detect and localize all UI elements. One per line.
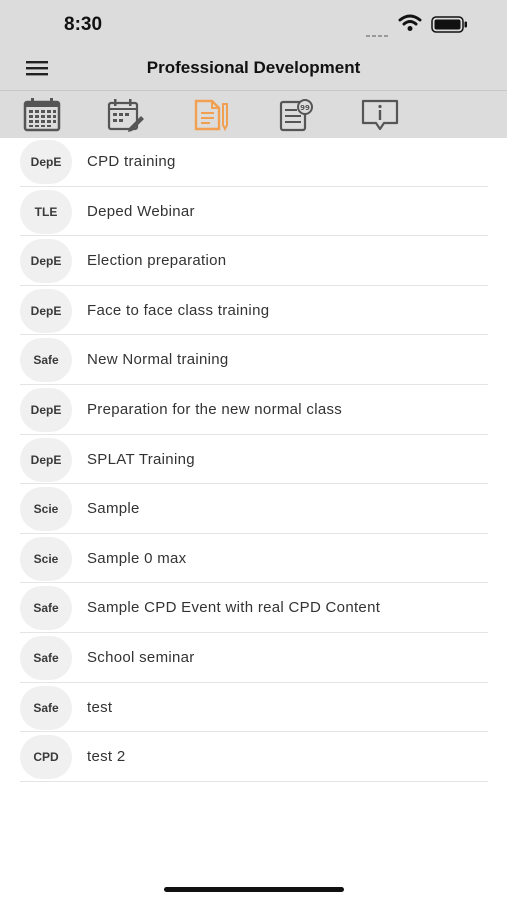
list-item[interactable]: Safe New Normal training — [0, 335, 507, 385]
list-item[interactable]: Safe School seminar — [0, 633, 507, 683]
list-item[interactable]: DepE Face to face class training — [0, 286, 507, 336]
list-item[interactable]: CPD test 2 — [0, 732, 507, 782]
list-item-label: Sample CPD Event with real CPD Content — [87, 599, 381, 617]
list-item-label: Deped Webinar — [87, 202, 195, 220]
list-item[interactable]: DepE Election preparation — [0, 236, 507, 286]
category-badge: DepE — [20, 239, 72, 284]
page-title: Professional Development — [146, 58, 361, 77]
list-item-label: School seminar — [87, 648, 195, 666]
calendar-icon — [23, 98, 61, 132]
battery-icon — [431, 16, 469, 38]
category-badge: Safe — [20, 635, 72, 680]
svg-text:99: 99 — [300, 104, 310, 112]
home-indicator — [164, 887, 344, 892]
tab-toolbar: 99 — [0, 90, 507, 138]
info-icon — [361, 99, 399, 131]
list-item-label: Preparation for the new normal class — [87, 400, 343, 418]
list-item-label: Sample — [87, 500, 140, 518]
tab-calendar[interactable] — [20, 95, 64, 135]
category-badge: DepE — [20, 437, 72, 482]
document-edit-icon — [194, 99, 228, 132]
certificate-icon: 99 — [279, 99, 313, 132]
list-item-label: New Normal training — [87, 351, 229, 369]
signal-icon — [366, 26, 390, 44]
category-badge: DepE — [20, 288, 72, 333]
list-item[interactable]: DepE SPLAT Training — [0, 435, 507, 485]
category-badge: DepE — [20, 387, 72, 432]
category-badge: Scie — [20, 487, 72, 532]
list-item[interactable]: Safe Sample CPD Event with real CPD Conte… — [0, 583, 507, 633]
list-item-label: Sample 0 max — [87, 549, 187, 567]
wifi-icon — [398, 14, 422, 37]
category-badge: Safe — [20, 685, 72, 730]
category-badge: DepE — [20, 140, 72, 184]
tab-calendar-edit[interactable] — [104, 95, 148, 135]
status-time: 8:30 — [64, 14, 103, 35]
list-item[interactable]: Safe test — [0, 683, 507, 733]
list-item-label: test — [87, 698, 113, 716]
list-item-label: test 2 — [87, 748, 126, 766]
tab-certificate[interactable]: 99 — [274, 95, 318, 135]
list-item[interactable]: TLE Deped Webinar — [0, 187, 507, 237]
status-bar: 8:30 — [0, 0, 507, 46]
tab-document-edit[interactable] — [189, 95, 233, 135]
category-badge: Safe — [20, 338, 72, 383]
list-item[interactable]: Scie Sample — [0, 484, 507, 534]
tab-info[interactable] — [358, 95, 402, 135]
event-list: DepE CPD training TLE Deped Webinar DepE Elec… — [0, 137, 507, 782]
category-badge: Scie — [20, 536, 72, 581]
category-badge: TLE — [20, 189, 72, 234]
navigation-bar: Professional Development — [0, 46, 507, 90]
calendar-edit-icon — [107, 99, 144, 132]
list-item[interactable]: DepE CPD training — [0, 137, 507, 187]
category-badge: Safe — [20, 586, 72, 631]
list-item-label: Face to face class training — [87, 301, 270, 319]
list-item-label: Election preparation — [87, 252, 227, 270]
list-item[interactable]: DepE Preparation for the new normal class — [0, 385, 507, 435]
list-item-label: SPLAT Training — [87, 450, 195, 468]
list-item-label: CPD training — [87, 153, 176, 170]
list-item[interactable]: Scie Sample 0 max — [0, 534, 507, 584]
category-badge: CPD — [20, 735, 72, 780]
